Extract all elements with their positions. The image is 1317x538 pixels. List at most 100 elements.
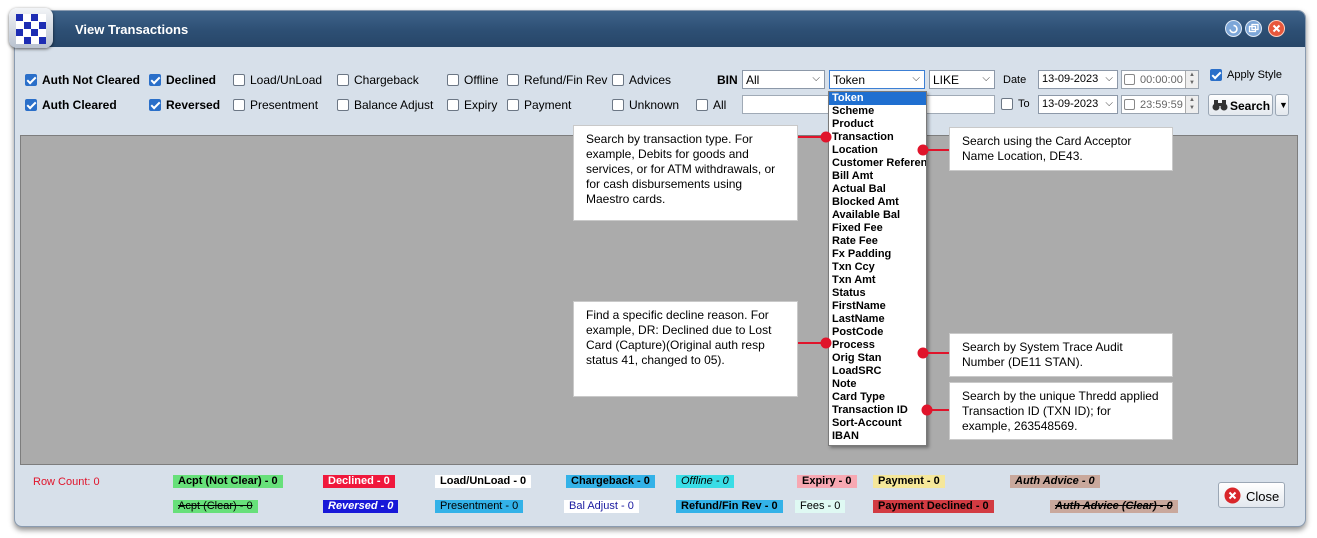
dropdown-item-sort-account[interactable]: Sort-Account [829,417,926,430]
declined-checkbox[interactable] [149,74,161,86]
dropdown-item-loadsrc[interactable]: LoadSRC [829,365,926,378]
search-button[interactable]: Search [1208,94,1273,116]
badge-chargeback: Chargeback - 0 [566,475,655,488]
dropdown-item-iban[interactable]: IBAN [829,430,926,443]
reversed-label: Reversed [166,98,221,112]
dropdown-item-card-type[interactable]: Card Type [829,391,926,404]
badge-presentment: Presentment - 0 [435,500,524,513]
badge-expiry: Expiry - 0 [797,475,857,488]
presentment-checkbox[interactable] [233,99,245,111]
dropdown-item-status[interactable]: Status [829,287,926,300]
badge-offline: Offline - 0 [676,475,734,488]
restore-icon[interactable] [1245,20,1262,37]
payment-checkbox[interactable] [507,99,519,111]
all-label: All [713,98,727,112]
callout-transaction: Search by transaction type. For example,… [573,125,798,221]
close-button-label: Close [1246,489,1280,504]
chevron-down-icon: ⌵ [982,73,990,84]
refund-fin-rev-checkbox[interactable] [507,74,519,86]
close-circle-icon [1224,487,1241,504]
badge-payment: Payment - 0 [873,475,945,488]
dropdown-item-customer-reference[interactable]: Customer Reference [829,157,926,170]
chargeback-label: Chargeback [354,73,419,87]
dropdown-item-transaction-id[interactable]: Transaction ID [829,404,926,417]
balance-adjust-checkbox[interactable] [337,99,349,111]
dropdown-item-location[interactable]: Location [829,144,926,157]
dropdown-item-available-bal[interactable]: Available Bal [829,209,926,222]
badge-declined: Declined - 0 [323,475,395,488]
title-bar: View Transactions [15,11,1305,47]
time-to-checkbox[interactable] [1124,99,1135,110]
badge-refund-fin-rev: Refund/Fin Rev - 0 [676,500,783,513]
search-field-select[interactable]: Token ⌵ [829,70,925,89]
dropdown-item-firstname[interactable]: FirstName [829,300,926,313]
offline-checkbox[interactable] [447,74,459,86]
minimize-icon[interactable] [1225,20,1242,37]
search-field-dropdown-list[interactable]: Token Scheme Product Transaction Locatio… [828,91,927,446]
date-from-picker[interactable]: 13-09-2023 ⌵ [1038,70,1118,89]
operator-select[interactable]: LIKE ⌵ [929,70,995,89]
callout-txn-id: Search by the unique Thredd applied Tran… [949,382,1173,440]
all-checkbox[interactable] [696,99,708,111]
auth-cleared-checkbox[interactable] [25,99,37,111]
dropdown-item-blocked-amt[interactable]: Blocked Amt [829,196,926,209]
load-unload-label: Load/UnLoad [250,73,323,87]
chevron-down-icon: ⌵ [1105,73,1113,84]
unknown-label: Unknown [629,98,680,112]
spinner-arrows-icon[interactable]: ▲ ▼ [1185,96,1198,113]
bin-select[interactable]: All ⌵ [742,70,825,89]
to-date-checkbox[interactable] [1001,98,1013,110]
reversed-checkbox[interactable] [149,99,161,111]
expiry-label: Expiry [464,98,498,112]
close-button[interactable]: Close [1218,482,1285,508]
dropdown-item-fixed-fee[interactable]: Fixed Fee [829,222,926,235]
dropdown-item-token[interactable]: Token [829,92,926,105]
dropdown-item-bill-amt[interactable]: Bill Amt [829,170,926,183]
apply-style-checkbox[interactable] [1210,69,1222,81]
unknown-checkbox[interactable] [612,99,624,111]
dropdown-item-actual-bal[interactable]: Actual Bal [829,183,926,196]
close-window-icon[interactable] [1268,20,1285,37]
advices-checkbox[interactable] [612,74,624,86]
to-label: To [1018,98,1030,110]
checker-logo-icon [16,14,46,44]
chevron-down-icon: ⌵ [1105,98,1113,109]
badge-fees: Fees - 0 [795,500,846,513]
search-button-label: Search [1230,99,1271,113]
time-to-spinner[interactable]: 23:59:59 ▲ ▼ [1121,95,1199,114]
time-to-value: 23:59:59 [1140,99,1183,111]
badge-acpt-clear: Acpt (Clear) - 0 [173,500,258,513]
window-title: View Transactions [75,22,189,37]
dropdown-item-rate-fee[interactable]: Rate Fee [829,235,926,248]
time-from-checkbox[interactable] [1124,74,1135,85]
load-unload-checkbox[interactable] [233,74,245,86]
dropdown-item-transaction[interactable]: Transaction [829,131,926,144]
chevron-down-icon: ⌵ [912,73,920,84]
app-logo-icon [9,8,53,48]
dropdown-item-txn-ccy[interactable]: Txn Ccy [829,261,926,274]
spinner-arrows-icon[interactable]: ▲ ▼ [1185,71,1198,88]
expiry-checkbox[interactable] [447,99,459,111]
date-to-picker[interactable]: 13-09-2023 ⌵ [1038,95,1118,114]
dropdown-item-txn-amt[interactable]: Txn Amt [829,274,926,287]
refund-fin-rev-label: Refund/Fin Rev [524,73,608,87]
badge-bal-adjust: Bal Adjust - 0 [564,500,639,513]
time-from-spinner[interactable]: 00:00:00 ▲ ▼ [1121,70,1199,89]
dropdown-item-fx-padding[interactable]: Fx Padding [829,248,926,261]
badge-load-unload: Load/UnLoad - 0 [435,475,532,488]
dropdown-item-process[interactable]: Process [829,339,926,352]
badge-acpt-not-clear: Acpt (Not Clear) - 0 [173,475,283,488]
date-label: Date [1003,74,1027,86]
auth-not-cleared-checkbox[interactable] [25,74,37,86]
chargeback-checkbox[interactable] [337,74,349,86]
dropdown-item-scheme[interactable]: Scheme [829,105,926,118]
dropdown-item-orig-stan[interactable]: Orig Stan [829,352,926,365]
dropdown-item-product[interactable]: Product [829,118,926,131]
dropdown-item-postcode[interactable]: PostCode [829,326,926,339]
dropdown-item-lastname[interactable]: LastName [829,313,926,326]
search-options-dropdown[interactable]: ▼ [1275,94,1289,116]
row-count: Row Count: 0 [33,476,100,488]
offline-label: Offline [464,73,499,87]
payment-label: Payment [524,98,572,112]
dropdown-item-note[interactable]: Note [829,378,926,391]
